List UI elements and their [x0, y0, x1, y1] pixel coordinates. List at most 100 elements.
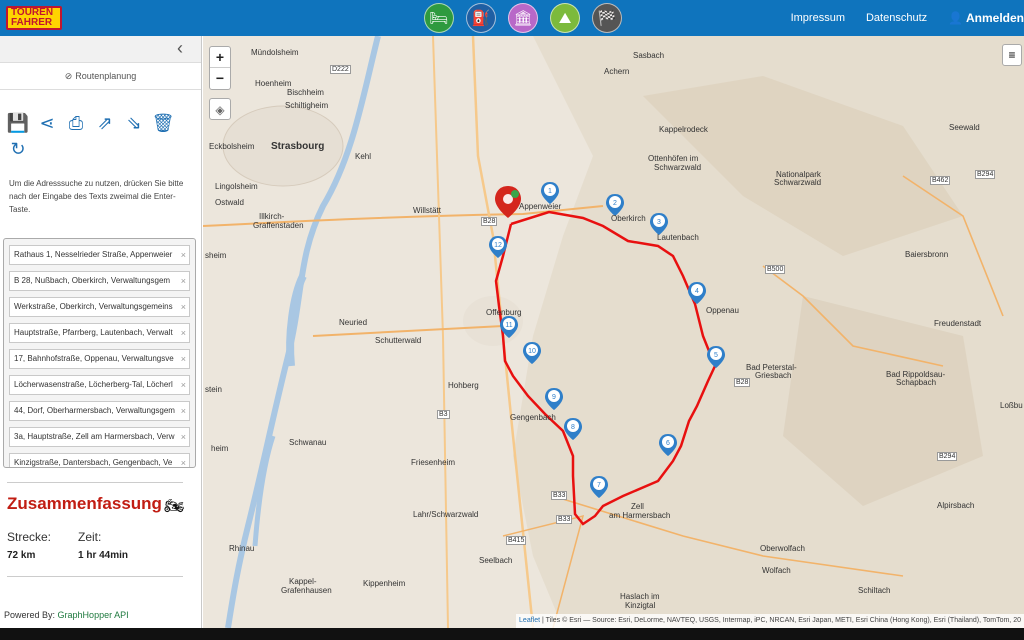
print-icon[interactable]: ⎙	[66, 112, 86, 134]
impressum-link[interactable]: Impressum	[791, 12, 845, 24]
login-link[interactable]: 👤 Anmelden	[948, 11, 1024, 25]
road-label: B28	[481, 217, 498, 226]
place-label: Kehl	[355, 152, 372, 161]
place-label: Neuried	[339, 318, 368, 327]
powered-by: Powered By: GraphHopper API	[4, 610, 129, 620]
waypoint-input[interactable]: Löcherwasenstraße, Löcherberg-Tal, Löche…	[9, 375, 190, 395]
road-label: D222	[330, 65, 351, 74]
zoom-in-button[interactable]: +	[210, 47, 230, 68]
place-label: Gengenbach	[510, 413, 556, 422]
mountain-icon[interactable]: ⛰	[550, 3, 580, 33]
place-label: Griesbach	[755, 371, 792, 380]
place-label: Alpirsbach	[937, 501, 975, 510]
waypoint-input[interactable]: B 28, Nußbach, Oberkirch, Verwaltungsgem…	[9, 271, 190, 291]
fuel-icon[interactable]: ⛽	[466, 3, 496, 33]
waypoint-input[interactable]: Werkstraße, Oberkirch, Verwaltungsgemein…	[9, 297, 190, 317]
place-label: Lautenbach	[657, 233, 699, 242]
remove-waypoint-icon[interactable]: ×	[181, 246, 186, 264]
remove-waypoint-icon[interactable]: ×	[181, 428, 186, 446]
remove-waypoint-icon[interactable]: ×	[181, 272, 186, 290]
place-label: Schapbach	[896, 378, 937, 387]
waypoint-input[interactable]: Rathaus 1, Nesselrieder Straße, Appenwei…	[9, 245, 190, 265]
remove-waypoint-icon[interactable]: ×	[181, 350, 186, 368]
remove-waypoint-icon[interactable]: ×	[181, 454, 186, 467]
hotel-icon[interactable]: 🛏	[424, 3, 454, 33]
leaflet-link[interactable]: Leaflet	[519, 617, 540, 624]
place-label: Hoenheim	[255, 79, 292, 88]
place-label: Schiltigheim	[285, 101, 329, 110]
checkered-flag-icon[interactable]: 🏁	[592, 3, 622, 33]
login-label: Anmelden	[965, 11, 1024, 25]
road-label: B294	[975, 170, 996, 179]
road-label: B3	[437, 410, 450, 419]
place-label: Ottenhöfen im	[648, 154, 699, 163]
zoom-out-button[interactable]: −	[210, 68, 230, 89]
tab-routenplanung[interactable]: ⊘ Routenplanung	[0, 62, 201, 90]
remove-waypoint-icon[interactable]: ×	[181, 324, 186, 342]
place-label: Achern	[604, 67, 630, 76]
place-label: Seewald	[949, 123, 980, 132]
waypoint-input[interactable]: Kinzigstraße, Dantersbach, Gengenbach, V…	[9, 453, 190, 467]
toolbar-row-2: ↻	[0, 138, 201, 160]
place-label: sheim	[205, 251, 227, 260]
place-label: Schutterwald	[375, 336, 422, 345]
zoom-control: + −	[209, 46, 231, 90]
place-label: Kappelrodeck	[659, 125, 708, 134]
waypoint-input[interactable]: 44, Dorf, Oberharmersbach, Verwaltungsge…	[9, 401, 190, 421]
place-label: Sasbach	[633, 51, 665, 60]
road-label: B415	[506, 536, 527, 545]
category-icons: 🛏 ⛽ 🏛 ⛰ 🏁	[424, 3, 622, 33]
place-label: Kappel-	[289, 577, 317, 586]
reverse-route-icon[interactable]: ↻	[8, 138, 28, 160]
share-icon[interactable]: ⋖	[37, 112, 57, 134]
waypoint-input[interactable]: 17, Bahnhofstraße, Oppenau, Verwaltungsv…	[9, 349, 190, 369]
place-label: Oppenau	[706, 306, 739, 315]
place-label: Oberwolfach	[760, 544, 805, 553]
waypoint-list[interactable]: Rathaus 1, Nesselrieder Straße, Appenwei…	[3, 238, 196, 468]
waypoint-input[interactable]: 3a, Hauptstraße, Zell am Harmersbach, Ve…	[9, 427, 190, 447]
import-icon[interactable]: ⇘	[124, 112, 144, 134]
waypoint-text: Hauptstraße, Pfarrberg, Lautenbach, Verw…	[14, 328, 173, 337]
waypoint-marker-number: 10	[528, 348, 536, 355]
save-icon[interactable]: 💾	[7, 112, 29, 134]
user-icon: 👤	[948, 11, 964, 25]
place-label: Offenburg	[486, 308, 522, 317]
place-label: Illkirch-	[259, 212, 285, 221]
place-label: Grafenhausen	[281, 586, 332, 595]
place-label: heim	[211, 444, 229, 453]
waypoint-marker-number: 7	[597, 482, 601, 489]
chevron-left-icon[interactable]: ‹	[177, 38, 183, 59]
waypoint-marker-number: 1	[548, 188, 552, 195]
waypoint-marker-number: 3	[657, 219, 661, 226]
remove-waypoint-icon[interactable]: ×	[181, 298, 186, 316]
graphhopper-link[interactable]: GraphHopper API	[58, 610, 129, 620]
place-label: Seelbach	[479, 556, 513, 565]
place-label: Loßbu	[1000, 401, 1023, 410]
road-label: B500	[765, 265, 786, 274]
toolbar: 💾 ⋖ ⎙ ⇗ ⇘ 🗑	[0, 112, 201, 134]
remove-waypoint-icon[interactable]: ×	[181, 376, 186, 394]
tourenfahrer-logo[interactable]: TOUREN FAHRER	[6, 6, 62, 30]
waypoint-text: B 28, Nußbach, Oberkirch, Verwaltungsgem	[14, 276, 171, 285]
museum-icon[interactable]: 🏛	[508, 3, 538, 33]
place-label: Schwanau	[289, 438, 327, 447]
datenschutz-link[interactable]: Datenschutz	[866, 12, 927, 24]
place-label: Bischheim	[287, 88, 324, 97]
layers-icon[interactable]: ◈	[209, 98, 231, 120]
place-label: stein	[205, 385, 222, 394]
map[interactable]: 1 2 3 4 5 6 7 8 9 10 11 12 Mündolsheim Hoenheim Bisch…	[203, 36, 1024, 628]
waypoint-text: Rathaus 1, Nesselrieder Straße, Appenwei…	[14, 250, 173, 259]
remove-waypoint-icon[interactable]: ×	[181, 402, 186, 420]
road-label: B462	[930, 176, 951, 185]
menu-icon[interactable]: ≡	[1002, 44, 1022, 66]
waypoint-input[interactable]: Hauptstraße, Pfarrberg, Lautenbach, Verw…	[9, 323, 190, 343]
export-icon[interactable]: ⇗	[95, 112, 115, 134]
place-label: Kippenheim	[363, 579, 406, 588]
trash-icon[interactable]: 🗑	[152, 112, 175, 134]
road-label: B28	[734, 378, 751, 387]
place-label: Wolfach	[762, 566, 791, 575]
attribution-text: | Tiles © Esri — Source: Esri, DeLorme, …	[542, 617, 1021, 624]
waypoint-text: Kinzigstraße, Dantersbach, Gengenbach, V…	[14, 458, 173, 467]
waypoint-marker-number: 5	[714, 352, 718, 359]
waypoint-text: 44, Dorf, Oberharmersbach, Verwaltungsge…	[14, 406, 175, 415]
